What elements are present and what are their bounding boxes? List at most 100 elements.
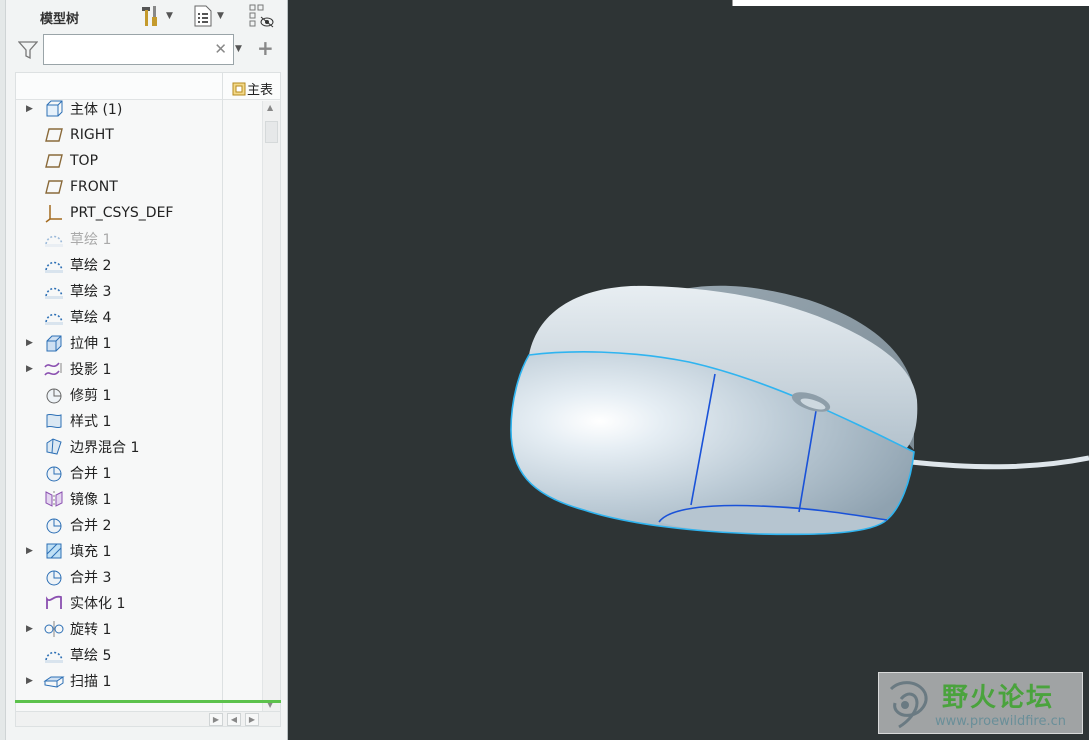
- search-input[interactable]: [44, 35, 209, 64]
- vertical-scrollbar[interactable]: ▲ ▼: [262, 101, 280, 711]
- tree-item[interactable]: 草绘 5: [16, 642, 262, 668]
- scroll-right-icon[interactable]: ▶: [245, 713, 259, 726]
- sketch-icon: [43, 229, 65, 249]
- solidify-icon: [43, 593, 65, 613]
- tree-frame: 主表 ▶ 主体 (1) RIGHT TOP FRONT PRT_CSYS_DEF 草绘 1草…: [15, 72, 281, 713]
- tree-item[interactable]: 实体化 1: [16, 590, 262, 616]
- search-box: ✕: [43, 34, 234, 65]
- mouse-model[interactable]: [289, 0, 1089, 740]
- expand-icon[interactable]: ▶: [26, 364, 36, 374]
- boundary-blend-icon: [43, 437, 65, 457]
- tree-item-label: 样式 1: [70, 414, 112, 430]
- tree-item-label: 扫描 1: [70, 674, 112, 690]
- add-icon[interactable]: +: [257, 36, 274, 60]
- datum-plane-icon: [43, 151, 65, 171]
- tree-item-label: 边界混合 1: [70, 440, 140, 456]
- tree-item-label: FRONT: [70, 179, 118, 195]
- sketch-icon: [43, 255, 65, 275]
- tree-item-label: 拉伸 1: [70, 336, 112, 352]
- settings-tools-button[interactable]: ▼: [140, 3, 173, 29]
- expand-icon[interactable]: ▶: [26, 546, 36, 556]
- expand-icon[interactable]: ▶: [26, 104, 36, 114]
- tree-item[interactable]: ▶ 拉伸 1: [16, 330, 262, 356]
- tree-item[interactable]: 合并 2: [16, 512, 262, 538]
- graphics-viewport[interactable]: 野火论坛 www.proewildfire.cn: [289, 0, 1089, 740]
- tree-item[interactable]: RIGHT: [16, 122, 262, 148]
- watermark-name: 野火论坛: [942, 683, 1055, 713]
- tree-item[interactable]: ▶ 填充 1: [16, 538, 262, 564]
- tree-item-label: 草绘 1: [70, 232, 112, 248]
- tree-item[interactable]: 草绘 3: [16, 278, 262, 304]
- panel-header: 模型树 ▼ ▼: [6, 0, 288, 32]
- tree-item[interactable]: 样式 1: [16, 408, 262, 434]
- horizontal-scrollbar[interactable]: ▶ ◀ ▶: [15, 711, 281, 727]
- tree-item[interactable]: PRT_CSYS_DEF: [16, 200, 262, 226]
- tree-item-label: 旋转 1: [70, 622, 112, 638]
- tree-item[interactable]: 合并 1: [16, 460, 262, 486]
- tree-item-label: 草绘 5: [70, 648, 112, 664]
- style-icon: [43, 411, 65, 431]
- tree-item-label: 实体化 1: [70, 596, 126, 612]
- tree-item-label: 合并 3: [70, 570, 112, 586]
- tree-item[interactable]: 草绘 4: [16, 304, 262, 330]
- filter-icon[interactable]: [18, 40, 38, 60]
- panel-edge: [0, 0, 6, 740]
- model-tree-panel: 模型树 ▼ ▼ ✕ ▼ + 主表 ▶ 主体 (1) RIGHT TOP FRON…: [0, 0, 288, 740]
- tree-item[interactable]: ▶ 扫描 1: [16, 668, 262, 694]
- tree-item[interactable]: 草绘 1: [16, 226, 262, 252]
- tools-icon: [142, 6, 157, 26]
- chevron-down-icon[interactable]: ▼: [235, 44, 242, 54]
- scroll-right-icon[interactable]: ▶: [209, 713, 223, 726]
- expand-icon[interactable]: ▶: [26, 338, 36, 348]
- close-icon[interactable]: ✕: [214, 40, 227, 58]
- tree-item[interactable]: 镜像 1: [16, 486, 262, 512]
- tree-item[interactable]: 合并 3: [16, 564, 262, 590]
- tree-item-label: 主体 (1): [70, 102, 123, 118]
- sketch-icon: [43, 645, 65, 665]
- tree-item[interactable]: ▶ 主体 (1): [16, 96, 262, 122]
- tree-item-label: TOP: [70, 153, 99, 169]
- list-view-icon: [194, 5, 212, 27]
- show-options-button[interactable]: ▼: [193, 3, 224, 29]
- tree-item[interactable]: 草绘 2: [16, 252, 262, 278]
- tree-item-label: 修剪 1: [70, 388, 112, 404]
- datum-plane-icon: [43, 125, 65, 145]
- scroll-up-icon[interactable]: ▲: [267, 103, 273, 112]
- tree-item[interactable]: ▶ 旋转 1: [16, 616, 262, 642]
- csys-icon: [43, 203, 65, 223]
- panel-title: 模型树: [40, 12, 80, 27]
- flame-logo-icon: [889, 681, 928, 729]
- visibility-toggle-icon: [249, 4, 274, 28]
- tree-list: ▶ 主体 (1) RIGHT TOP FRONT PRT_CSYS_DEF 草绘 1 草绘 2…: [16, 96, 262, 694]
- tree-item-label: 合并 2: [70, 518, 112, 534]
- revolve-icon: [43, 619, 65, 639]
- tree-item[interactable]: FRONT: [16, 174, 262, 200]
- sketch-icon: [43, 281, 65, 301]
- fill-icon: [43, 541, 65, 561]
- extrude-icon: [43, 333, 65, 353]
- mirror-icon: [43, 489, 65, 509]
- merge-icon: [43, 515, 65, 535]
- expand-icon[interactable]: ▶: [26, 624, 36, 634]
- expand-icon[interactable]: ▶: [26, 676, 36, 686]
- scrollbar-thumb[interactable]: [265, 121, 278, 143]
- watermark-url: www.proewildfire.cn: [935, 714, 1066, 729]
- hide-items-button[interactable]: [249, 3, 275, 29]
- mouse-cable: [910, 455, 1089, 470]
- scroll-left-icon[interactable]: ◀: [227, 713, 241, 726]
- tree-item[interactable]: 修剪 1: [16, 382, 262, 408]
- tree-item-label: 草绘 3: [70, 284, 112, 300]
- sweep-icon: [43, 671, 65, 691]
- tree-item-label: 合并 1: [70, 466, 112, 482]
- body-icon: [43, 99, 65, 119]
- chevron-down-icon: ▼: [217, 11, 224, 21]
- tree-item[interactable]: TOP: [16, 148, 262, 174]
- chevron-down-icon: ▼: [166, 11, 173, 21]
- trim-icon: [43, 385, 65, 405]
- tree-item-label: 草绘 2: [70, 258, 112, 274]
- tree-item[interactable]: ▶ 投影 1: [16, 356, 262, 382]
- progress-indicator: [15, 700, 281, 703]
- forum-watermark: 野火论坛 www.proewildfire.cn: [878, 672, 1083, 734]
- tree-item-label: RIGHT: [70, 127, 114, 143]
- tree-item[interactable]: 边界混合 1: [16, 434, 262, 460]
